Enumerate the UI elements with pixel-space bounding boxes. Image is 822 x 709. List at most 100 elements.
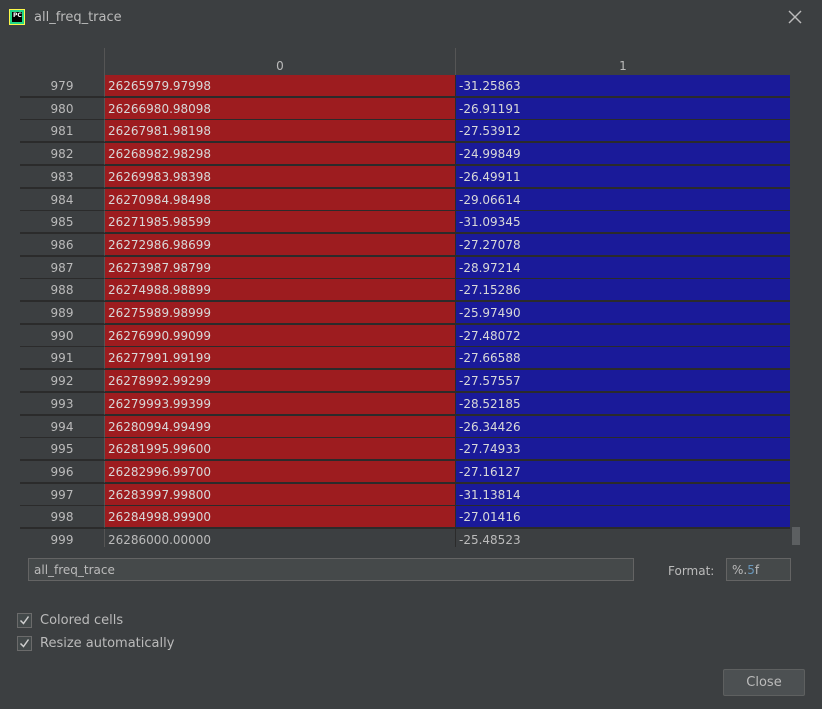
- table-cell-col1[interactable]: -26.34426: [456, 415, 790, 438]
- row-index-cell: 998: [20, 506, 105, 529]
- table-cell-col1[interactable]: -27.74933: [456, 438, 790, 461]
- row-index-cell: 997: [20, 483, 105, 506]
- table-cell-col1[interactable]: -26.91191: [456, 97, 790, 120]
- table-cell-col0[interactable]: 26265979.97998: [105, 75, 456, 97]
- table-cell-col0[interactable]: 26277991.99199: [105, 347, 456, 370]
- row-index-cell: 999: [20, 529, 105, 547]
- table-cell-col1[interactable]: -26.49911: [456, 165, 790, 188]
- table-cell-col0[interactable]: 26284998.99900: [105, 506, 456, 529]
- row-index-cell: 994: [20, 415, 105, 438]
- table-cell-col1[interactable]: -31.13814: [456, 483, 790, 506]
- close-button[interactable]: Close: [723, 669, 805, 696]
- table-row[interactable]: 998 26284998.99900 -27.01416: [20, 506, 790, 529]
- table-cell-col0[interactable]: 26283997.99800: [105, 483, 456, 506]
- row-index-cell: 990: [20, 324, 105, 347]
- table-cell-col0[interactable]: 26278992.99299: [105, 370, 456, 393]
- format-input[interactable]: %.5f: [726, 558, 791, 581]
- table-cell-col0[interactable]: 26282996.99700: [105, 460, 456, 483]
- table-row[interactable]: 982 26268982.98298 -24.99849: [20, 143, 790, 166]
- format-label: Format:: [668, 564, 715, 578]
- table-cell-col0[interactable]: 26275989.98999: [105, 302, 456, 324]
- table-row[interactable]: 996 26282996.99700 -27.16127: [20, 460, 790, 483]
- table-cell-col0[interactable]: 26274988.98899: [105, 279, 456, 302]
- resize-automatically-checkbox[interactable]: [17, 636, 32, 651]
- table-row[interactable]: 985 26271985.98599 -31.09345: [20, 211, 790, 234]
- colored-cells-checkbox[interactable]: [17, 613, 32, 628]
- row-index-cell: 995: [20, 438, 105, 461]
- resize-automatically-label: Resize automatically: [40, 636, 175, 651]
- table-cell-col1[interactable]: -25.48523: [456, 529, 790, 547]
- row-index-cell: 987: [20, 256, 105, 279]
- table-row[interactable]: 991 26277991.99199 -27.66588: [20, 347, 790, 370]
- table-cell-col1[interactable]: -27.53912: [456, 120, 790, 143]
- close-icon[interactable]: [784, 6, 806, 28]
- row-index-cell: 991: [20, 347, 105, 370]
- table-cell-col0[interactable]: 26286000.00000: [105, 529, 456, 547]
- table-cell-col1[interactable]: -27.16127: [456, 460, 790, 483]
- format-prefix: %.: [732, 563, 748, 577]
- row-index-cell: 981: [20, 120, 105, 143]
- column-header-0[interactable]: 0: [105, 48, 456, 75]
- table-cell-col0[interactable]: 26280994.99499: [105, 415, 456, 438]
- table-cell-col1[interactable]: -31.25863: [456, 75, 790, 97]
- table-cell-col0[interactable]: 26276990.99099: [105, 324, 456, 347]
- table-cell-col1[interactable]: -31.09345: [456, 211, 790, 234]
- table-row[interactable]: 980 26266980.98098 -26.91191: [20, 97, 790, 120]
- row-index-cell: 984: [20, 188, 105, 211]
- variable-name-field[interactable]: all_freq_trace: [28, 558, 634, 581]
- row-index-cell: 992: [20, 370, 105, 393]
- table-cell-col0[interactable]: 26269983.98398: [105, 165, 456, 188]
- table-row[interactable]: 997 26283997.99800 -31.13814: [20, 483, 790, 506]
- table-cell-col0[interactable]: 26270984.98498: [105, 188, 456, 211]
- table-cell-col1[interactable]: -29.06614: [456, 188, 790, 211]
- table-row[interactable]: 987 26273987.98799 -28.97214: [20, 256, 790, 279]
- table-row[interactable]: 990 26276990.99099 -27.48072: [20, 324, 790, 347]
- table-row[interactable]: 981 26267981.98198 -27.53912: [20, 120, 790, 143]
- row-index-cell: 988: [20, 279, 105, 302]
- format-suffix: f: [754, 563, 760, 577]
- table-cell-col1[interactable]: -27.27078: [456, 233, 790, 256]
- table-row[interactable]: 994 26280994.99499 -26.34426: [20, 415, 790, 438]
- row-index-cell: 989: [20, 302, 105, 324]
- table-row[interactable]: 995 26281995.99600 -27.74933: [20, 438, 790, 461]
- pycharm-icon: PC: [9, 9, 25, 25]
- table-cell-col1[interactable]: -24.99849: [456, 143, 790, 166]
- table-row[interactable]: 999 26286000.00000 -25.48523: [20, 529, 790, 547]
- scrollbar-thumb[interactable]: [792, 527, 800, 545]
- table-cell-col1[interactable]: -28.52185: [456, 392, 790, 415]
- table-cell-col1[interactable]: -27.01416: [456, 506, 790, 529]
- table-cell-col1[interactable]: -27.57557: [456, 370, 790, 393]
- table-row[interactable]: 979 26265979.97998 -31.25863: [20, 75, 790, 97]
- table-cell-col1[interactable]: -27.48072: [456, 324, 790, 347]
- window-title: all_freq_trace: [34, 10, 122, 25]
- table-cell-col1[interactable]: -27.15286: [456, 279, 790, 302]
- table-row[interactable]: 992 26278992.99299 -27.57557: [20, 370, 790, 393]
- table-cell-col0[interactable]: 26267981.98198: [105, 120, 456, 143]
- format-precision: 5: [747, 563, 755, 577]
- table-cell-col0[interactable]: 26271985.98599: [105, 211, 456, 234]
- table-cell-col1[interactable]: -25.97490: [456, 302, 790, 324]
- table-cell-col1[interactable]: -27.66588: [456, 347, 790, 370]
- table-cell-col0[interactable]: 26268982.98298: [105, 143, 456, 166]
- table-cell-col0[interactable]: 26266980.98098: [105, 97, 456, 120]
- table-cell-col0[interactable]: 26272986.98699: [105, 233, 456, 256]
- table-row[interactable]: 983 26269983.98398 -26.49911: [20, 165, 790, 188]
- table-cell-col0[interactable]: 26279993.99399: [105, 392, 456, 415]
- table-row[interactable]: 986 26272986.98699 -27.27078: [20, 233, 790, 256]
- table-row[interactable]: 993 26279993.99399 -28.52185: [20, 392, 790, 415]
- table-cell-col0[interactable]: 26273987.98799: [105, 256, 456, 279]
- vertical-scrollbar[interactable]: [790, 75, 802, 547]
- table-cell-col0[interactable]: 26281995.99600: [105, 438, 456, 461]
- row-index-cell: 996: [20, 460, 105, 483]
- row-index-cell: 983: [20, 165, 105, 188]
- table-header: 0 1: [20, 48, 802, 76]
- row-index-cell: 985: [20, 211, 105, 234]
- table-row[interactable]: 989 26275989.98999 -25.97490: [20, 302, 790, 324]
- row-index-cell: 982: [20, 143, 105, 166]
- table-cell-col1[interactable]: -28.97214: [456, 256, 790, 279]
- index-column-header: [20, 48, 105, 75]
- title-bar: PC all_freq_trace: [0, 0, 822, 36]
- table-row[interactable]: 988 26274988.98899 -27.15286: [20, 279, 790, 302]
- column-header-1[interactable]: 1: [456, 48, 790, 75]
- table-row[interactable]: 984 26270984.98498 -29.06614: [20, 188, 790, 211]
